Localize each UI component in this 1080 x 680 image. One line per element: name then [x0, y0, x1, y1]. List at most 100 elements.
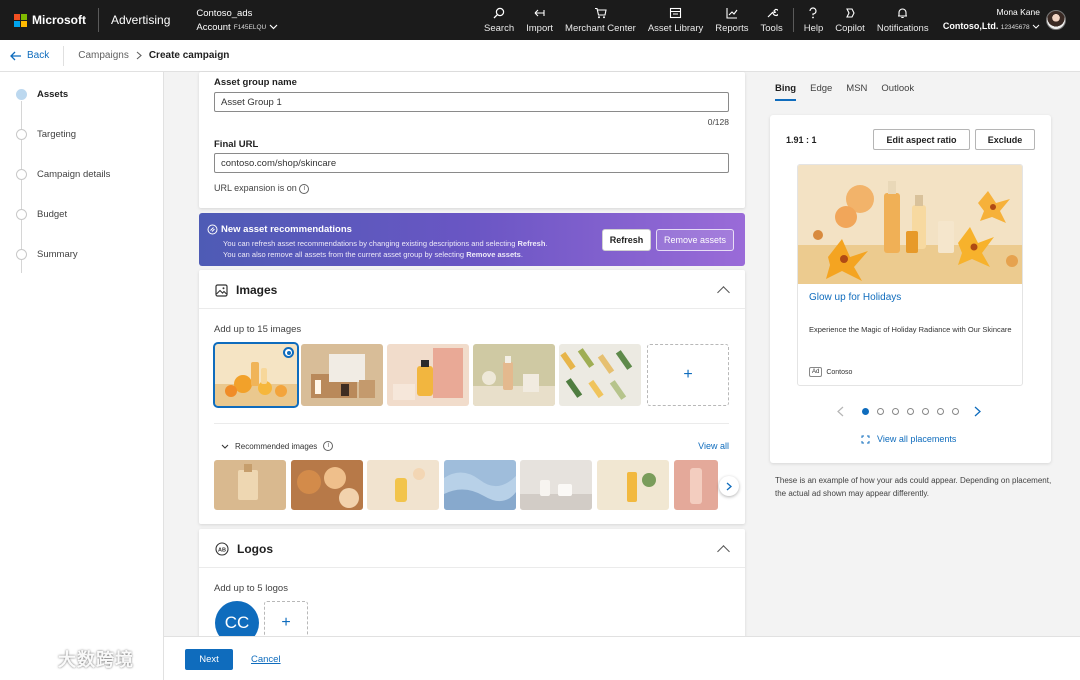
user-name: Mona Kane [996, 7, 1040, 17]
name-char-counter: 0/128 [707, 117, 729, 127]
step-indicator [16, 89, 27, 100]
recommended-images-toggle[interactable]: Recommended images i [221, 441, 334, 451]
add-image-button[interactable]: + [647, 344, 729, 406]
image-5 [559, 344, 641, 406]
nav-label: Search [484, 22, 515, 34]
image-3 [387, 344, 469, 406]
recommended-next-button[interactable] [719, 476, 739, 496]
breadcrumb-campaigns[interactable]: Campaigns [78, 50, 129, 61]
nav-help[interactable]: Help [798, 0, 830, 40]
help-icon [808, 7, 818, 20]
recommended-image-1[interactable] [214, 460, 286, 510]
recommended-image-4[interactable] [444, 460, 516, 510]
pager-dot[interactable] [862, 408, 869, 415]
org-id: 12345678 [1000, 24, 1030, 31]
recommended-image-6[interactable] [597, 460, 669, 510]
account-switcher[interactable]: Contoso_ads Account F145ELQU [196, 8, 278, 33]
tab-bing[interactable]: Bing [775, 83, 797, 101]
nav-copilot[interactable]: Copilot [829, 0, 871, 40]
recommended-image-3[interactable] [367, 460, 439, 510]
prev-preview-icon[interactable] [837, 406, 844, 417]
microsoft-logo[interactable]: Microsoft [14, 13, 86, 27]
collapse-images-icon[interactable] [717, 286, 730, 299]
rec-image-1 [214, 460, 286, 510]
cancel-link[interactable]: Cancel [251, 654, 281, 665]
ad-hero-image [798, 165, 1022, 284]
view-all-recommended-link[interactable]: View all [698, 441, 729, 451]
image-2 [301, 344, 383, 406]
avatar[interactable] [1046, 10, 1066, 30]
tab-outlook[interactable]: Outlook [881, 83, 914, 101]
divider [199, 567, 745, 568]
rec-image-3 [367, 460, 439, 510]
next-button[interactable]: Next [185, 649, 233, 670]
image-thumbnail-1[interactable] [213, 342, 299, 408]
image-thumbnail-3[interactable] [387, 344, 469, 406]
pager-dot[interactable] [937, 408, 944, 415]
pager-dot[interactable] [922, 408, 929, 415]
step-targeting[interactable]: Targeting [16, 129, 76, 140]
edit-aspect-ratio-button[interactable]: Edit aspect ratio [873, 129, 970, 150]
pager-dot[interactable] [892, 408, 899, 415]
account-id: F145ELQU [233, 23, 267, 31]
selected-indicator [283, 347, 294, 358]
wizard-steps: Assets Targeting Campaign details Budget… [0, 72, 164, 680]
bell-icon [897, 7, 908, 20]
recommended-image-7[interactable] [674, 460, 718, 510]
info-icon[interactable]: i [299, 183, 310, 194]
recommended-image-5[interactable] [520, 460, 592, 510]
image-thumbnail-5[interactable] [559, 344, 641, 406]
pager-dot[interactable] [952, 408, 959, 415]
watermark: 大数跨境 [10, 646, 134, 672]
next-preview-icon[interactable] [974, 406, 981, 417]
exclude-button[interactable]: Exclude [975, 129, 1035, 150]
chevron-down-icon [221, 444, 229, 449]
nav-import[interactable]: Import [520, 0, 559, 40]
rec-image-4 [444, 460, 516, 510]
image-thumbnail-4[interactable] [473, 344, 555, 406]
logos-title: Logos [237, 542, 273, 556]
url-expansion-text: URL expansion is on [214, 183, 297, 193]
step-assets[interactable]: Assets [16, 89, 68, 100]
account-row: Account F145ELQU [196, 22, 278, 33]
image-thumbnail-2[interactable] [301, 344, 383, 406]
banner-text: You can also remove all assets from the … [223, 250, 467, 259]
view-all-placements-link[interactable]: View all placements [861, 434, 956, 444]
tab-msn[interactable]: MSN [846, 83, 867, 101]
nav-notifications[interactable]: Notifications [871, 0, 935, 40]
breadcrumb-bar: Back Campaigns Create campaign [0, 40, 1080, 72]
user-menu[interactable]: Mona Kane Contoso,Ltd. 12345678 [943, 5, 1066, 35]
tab-edge[interactable]: Edge [810, 83, 832, 101]
images-card: Images Add up to 15 images + Recommended… [199, 270, 745, 524]
nav-asset-library[interactable]: Asset Library [642, 0, 709, 40]
top-nav: Search Import Merchant Center Asset Libr… [478, 0, 935, 40]
step-campaign-details[interactable]: Campaign details [16, 169, 110, 180]
asset-group-name-input[interactable] [214, 92, 729, 112]
banner-bold: Remove assets [466, 250, 521, 259]
nav-merchant-center[interactable]: Merchant Center [559, 0, 642, 40]
refresh-button[interactable]: Refresh [602, 229, 651, 251]
asset-group-name-label: Asset group name [214, 77, 297, 88]
ad-headline[interactable]: Glow up for Holidays [809, 292, 901, 303]
collapse-logos-icon[interactable] [717, 545, 730, 558]
logos-section-header[interactable]: AB Logos [215, 542, 273, 556]
arrow-left-icon [10, 51, 21, 60]
user-names: Mona Kane Contoso,Ltd. 12345678 [943, 5, 1040, 35]
rec-image-2 [291, 460, 363, 510]
pager-dot[interactable] [907, 408, 914, 415]
nav-search[interactable]: Search [478, 0, 520, 40]
nav-reports[interactable]: Reports [709, 0, 754, 40]
banner-title: New asset recommendations [221, 224, 352, 235]
step-indicator [16, 129, 27, 140]
step-summary[interactable]: Summary [16, 249, 78, 260]
pager-dot[interactable] [877, 408, 884, 415]
remove-assets-button[interactable]: Remove assets [656, 229, 734, 251]
nav-tools[interactable]: Tools [755, 0, 789, 40]
info-icon[interactable]: i [323, 441, 334, 451]
recommended-image-2[interactable] [291, 460, 363, 510]
images-section-header[interactable]: Images [215, 283, 277, 297]
final-url-input[interactable] [214, 153, 729, 173]
back-button[interactable]: Back [10, 50, 49, 61]
step-label: Campaign details [37, 169, 111, 180]
step-budget[interactable]: Budget [16, 209, 67, 220]
